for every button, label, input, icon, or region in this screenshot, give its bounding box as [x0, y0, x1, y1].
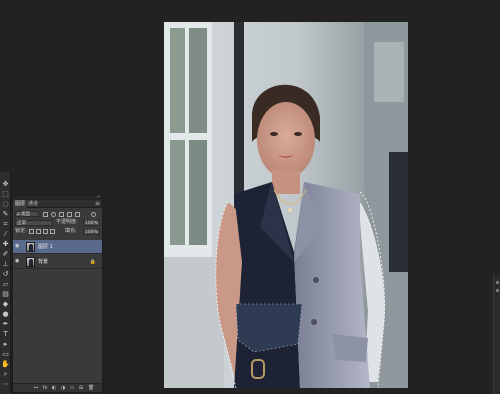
- link-layers-icon[interactable]: ⊶: [33, 385, 39, 391]
- panel-menu-icon[interactable]: ≡: [95, 200, 100, 208]
- hand-tool-icon[interactable]: ✋: [1, 360, 10, 369]
- lock-transparent-icon[interactable]: [29, 229, 34, 234]
- path-select-tool-icon[interactable]: ▸: [1, 340, 10, 349]
- opacity-label: 不透明度:: [56, 219, 78, 225]
- history-brush-tool-icon[interactable]: ↺: [1, 270, 10, 279]
- filter-shape-icon[interactable]: [67, 212, 72, 217]
- right-panel-edge: [493, 275, 500, 394]
- panel-tab-bar: 图层 通道 ≡: [13, 200, 102, 208]
- fill-label: 填充:: [65, 228, 77, 234]
- more-tools-icon[interactable]: ⋯: [1, 380, 10, 389]
- quick-select-tool-icon[interactable]: ✎: [1, 210, 10, 219]
- opacity-field[interactable]: 100%: [83, 220, 100, 226]
- eye-icon[interactable]: ◉: [15, 244, 21, 249]
- layer-name: 背景: [38, 259, 49, 265]
- add-mask-icon[interactable]: ◐: [51, 385, 57, 391]
- new-layer-icon[interactable]: ⊞: [78, 385, 84, 391]
- layer-thumbnail: [26, 257, 35, 267]
- gradient-tool-icon[interactable]: ▤: [1, 290, 10, 299]
- photoshop-window: ✥ ⬚ ◌ ✎ ⌗ ⁄ ✚ ✐ ⊥ ↺ ▱ ▤ ◆ ● ✒ T ▸ ▭ ✋ ⌕ ⋯ » 图层 通道 ≡ ρ 类型 正常 …: [0, 0, 500, 394]
- lock-label: 锁定:: [15, 228, 27, 234]
- filter-smart-object-icon[interactable]: [75, 212, 80, 217]
- filter-adjustment-icon[interactable]: [51, 212, 56, 217]
- lock-icon: 🔒: [89, 259, 96, 265]
- pen-tool-icon[interactable]: ✒: [1, 320, 10, 329]
- eye-icon[interactable]: ◉: [15, 259, 21, 264]
- brush-tool-icon[interactable]: ✐: [1, 250, 10, 259]
- move-tool-icon[interactable]: ✥: [1, 180, 10, 189]
- filter-toggle-icon[interactable]: [91, 212, 96, 217]
- layer-style-icon[interactable]: fx: [42, 385, 48, 391]
- eraser-tool-icon[interactable]: ▱: [1, 280, 10, 289]
- layer-list: ◉ 图层 1 ◉ 背景 🔒: [13, 240, 102, 370]
- lock-all-icon[interactable]: [50, 229, 55, 234]
- document-canvas[interactable]: [164, 22, 408, 388]
- dodge-tool-icon[interactable]: ●: [1, 310, 10, 319]
- crop-tool-icon[interactable]: ⌗: [1, 220, 10, 229]
- filter-pixel-icon[interactable]: [43, 212, 48, 217]
- clone-stamp-tool-icon[interactable]: ⊥: [1, 260, 10, 269]
- lock-image-icon[interactable]: [36, 229, 41, 234]
- type-tool-icon[interactable]: T: [1, 330, 10, 339]
- blur-tool-icon[interactable]: ◆: [1, 300, 10, 309]
- delete-layer-icon[interactable]: 🗑: [88, 385, 94, 391]
- lock-position-icon[interactable]: [43, 229, 48, 234]
- healing-brush-tool-icon[interactable]: ✚: [1, 240, 10, 249]
- layers-panel: » 图层 通道 ≡ ρ 类型 正常 不透明度: 100% 锁定: 填充: 100…: [12, 195, 103, 393]
- marquee-tool-icon[interactable]: ⬚: [1, 190, 10, 199]
- photo-woman-in-vest: [164, 22, 408, 388]
- layer-thumbnail: [26, 242, 35, 252]
- adjustment-layer-icon[interactable]: ◑: [60, 385, 66, 391]
- tools-toolbar: ✥ ⬚ ◌ ✎ ⌗ ⁄ ✚ ✐ ⊥ ↺ ▱ ▤ ◆ ● ✒ T ▸ ▭ ✋ ⌕ ⋯: [0, 172, 11, 394]
- layers-panel-bottom-bar: ⊶ fx ◐ ◑ ▭ ⊞ 🗑: [13, 383, 102, 392]
- layer-filter-select[interactable]: ρ 类型: [15, 211, 39, 217]
- lasso-tool-icon[interactable]: ◌: [1, 200, 10, 209]
- layer-name: 图层 1: [38, 244, 53, 250]
- new-group-icon[interactable]: ▭: [69, 385, 75, 391]
- shape-tool-icon[interactable]: ▭: [1, 350, 10, 359]
- fill-field[interactable]: 100%: [83, 229, 100, 235]
- blend-mode-select[interactable]: 正常: [15, 220, 53, 226]
- filter-type-icon[interactable]: [59, 212, 64, 217]
- eyedropper-tool-icon[interactable]: ⁄: [1, 230, 10, 239]
- layer-row[interactable]: ◉ 背景 🔒: [13, 255, 102, 269]
- layer-row[interactable]: ◉ 图层 1: [13, 240, 102, 254]
- zoom-tool-icon[interactable]: ⌕: [1, 370, 10, 379]
- tab-channels[interactable]: 通道: [26, 200, 40, 208]
- tab-layers[interactable]: 图层: [13, 200, 28, 208]
